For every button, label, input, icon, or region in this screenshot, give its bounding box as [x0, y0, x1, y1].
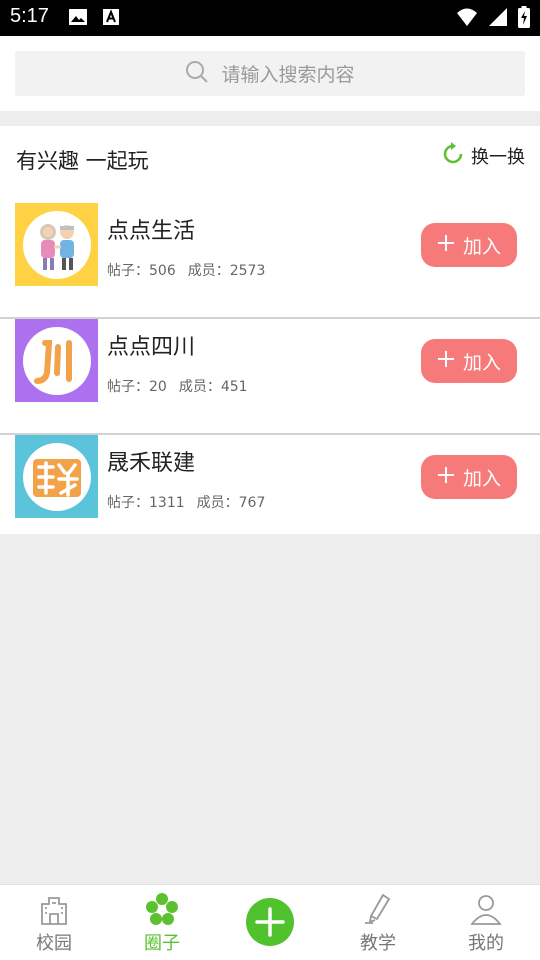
- join-button[interactable]: 加入: [421, 223, 517, 267]
- members-label: 成员：: [187, 263, 230, 279]
- group-thumbnail: [15, 203, 98, 286]
- members-label: 成员：: [196, 495, 239, 511]
- members-label: 成员：: [178, 379, 221, 395]
- join-label: 加入: [462, 235, 501, 258]
- members-count: 767: [238, 495, 266, 511]
- image-notification-icon: [68, 8, 88, 30]
- group-thumbnail: [15, 435, 98, 518]
- circle-icon: [145, 891, 179, 927]
- tab-label: 校园: [36, 933, 72, 954]
- tab-campus[interactable]: 校园: [0, 885, 108, 960]
- signal-icon: [488, 7, 508, 31]
- members-count: 2573: [229, 263, 266, 279]
- search-placeholder: 请输入搜索内容: [221, 64, 355, 86]
- join-button[interactable]: 加入: [421, 455, 517, 499]
- members-count: 451: [220, 379, 248, 395]
- sichuan-logo-icon: [33, 339, 72, 384]
- plus-icon: [437, 466, 455, 489]
- posts-count: 506: [149, 263, 176, 279]
- add-icon: [255, 907, 285, 937]
- refresh-label: 换一换: [471, 147, 525, 168]
- refresh-button[interactable]: 换一换: [441, 142, 525, 170]
- refresh-icon: [441, 142, 465, 170]
- search-icon: [185, 60, 209, 88]
- group-row[interactable]: 点点生活 帖子：506 成员：2573 加入: [0, 203, 540, 319]
- group-name: 点点四川: [107, 335, 196, 360]
- font-notification-icon: [102, 8, 120, 30]
- posts-label: 帖子：: [107, 263, 149, 279]
- wifi-icon: [456, 7, 478, 31]
- group-recommendations: 有兴趣 一起玩 换一换 点点生活 帖子：506 成员：2573 加入 点点四川 …: [0, 126, 540, 534]
- join-label: 加入: [462, 351, 501, 374]
- group-name: 点点生活: [107, 219, 196, 244]
- group-row[interactable]: 晟禾联建 帖子：1311 成员：767 加入: [0, 435, 540, 551]
- posts-count: 1311: [149, 495, 185, 511]
- search-section: 请输入搜索内容: [0, 36, 540, 111]
- elderly-couple-icon: [39, 223, 74, 270]
- group-stats: 帖子：1311 成员：767: [107, 492, 265, 512]
- teach-icon: [361, 891, 395, 927]
- posts-label: 帖子：: [107, 379, 149, 395]
- group-row[interactable]: 点点四川 帖子：20 成员：451 加入: [0, 319, 540, 435]
- join-label: 加入: [462, 467, 501, 490]
- lianjian-logo-icon: [32, 458, 81, 497]
- campus-icon: [37, 891, 71, 927]
- tab-label: 圈子: [144, 933, 180, 954]
- group-stats: 帖子：20 成员：451: [107, 376, 248, 396]
- status-bar: 5:17: [0, 0, 540, 36]
- tab-circle[interactable]: 圈子: [108, 885, 216, 960]
- section-title: 有兴趣 一起玩: [16, 149, 149, 173]
- plus-icon: [437, 350, 455, 373]
- join-button[interactable]: 加入: [421, 339, 517, 383]
- plus-icon: [437, 234, 455, 257]
- search-input[interactable]: 请输入搜索内容: [15, 51, 525, 96]
- status-time: 5:17: [10, 5, 49, 27]
- tab-profile[interactable]: 我的: [432, 885, 540, 960]
- tab-label: 我的: [468, 933, 504, 954]
- tab-label: 教学: [360, 933, 396, 954]
- bottom-tab-bar: 校园 圈子 教学 我的: [0, 884, 540, 960]
- posts-label: 帖子：: [107, 495, 149, 511]
- add-button[interactable]: [246, 898, 294, 946]
- posts-count: 20: [149, 379, 167, 395]
- group-thumbnail: [15, 319, 98, 402]
- group-stats: 帖子：506 成员：2573: [107, 260, 265, 280]
- tab-teach[interactable]: 教学: [324, 885, 432, 960]
- battery-icon: [518, 6, 530, 32]
- profile-icon: [469, 891, 503, 927]
- group-name: 晟禾联建: [107, 451, 196, 476]
